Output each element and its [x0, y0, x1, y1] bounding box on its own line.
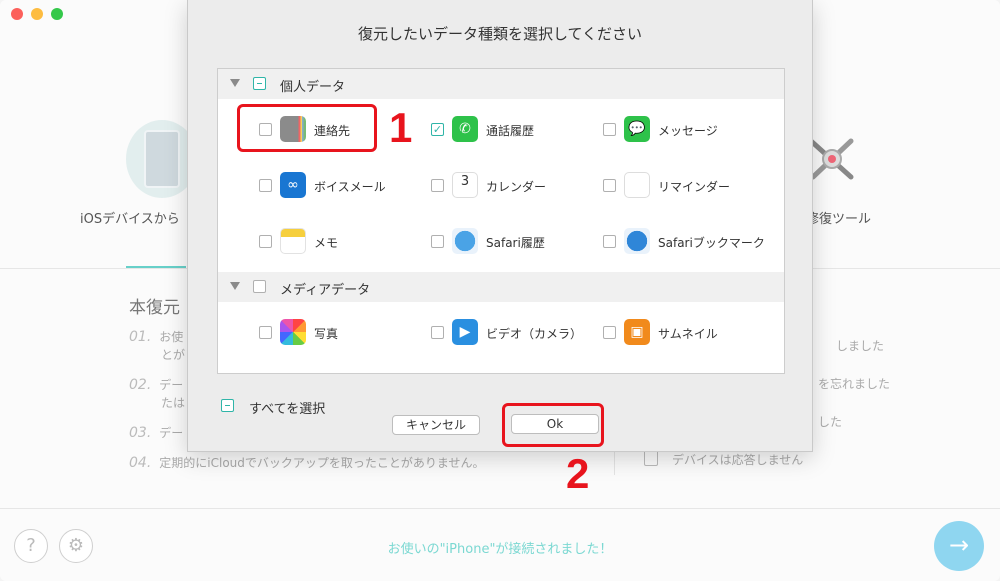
- disclosure-triangle-icon[interactable]: [230, 79, 240, 87]
- disclosure-triangle-icon[interactable]: [230, 282, 240, 290]
- group-title: メディアデータ: [280, 283, 371, 298]
- group-header-media[interactable]: メディアデータ: [218, 272, 784, 302]
- checkbox[interactable]: [603, 179, 616, 192]
- right-list-item: した: [818, 415, 843, 429]
- next-button[interactable]: →: [934, 521, 984, 571]
- ios-device-recovery-label[interactable]: iOSデバイスから: [80, 208, 180, 227]
- video-icon: ▶: [452, 319, 478, 345]
- highlight-ok-button: [502, 403, 604, 447]
- photos-icon: [280, 319, 306, 345]
- item-label: サムネイル: [658, 327, 718, 341]
- checkbox[interactable]: [259, 179, 272, 192]
- list-item-continued: とが: [161, 348, 186, 362]
- connection-status: お使いの"iPhone"が接続されました！: [387, 542, 613, 557]
- checkbox[interactable]: [603, 326, 616, 339]
- window-minimize-button[interactable]: [31, 8, 43, 20]
- voicemail-icon: ∞: [280, 172, 306, 198]
- thumbnail-icon: ▣: [624, 319, 650, 345]
- step-number-2: 2: [566, 450, 590, 497]
- cancel-button[interactable]: キャンセル: [392, 415, 480, 435]
- item-label: メモ: [314, 236, 339, 250]
- checkbox[interactable]: [431, 326, 444, 339]
- dialog-title: 復元したいデータ種類を選択してください: [357, 25, 643, 43]
- item-label: Safariブックマーク: [658, 236, 765, 250]
- checkbox[interactable]: [603, 123, 616, 136]
- item-label: リマインダー: [658, 180, 731, 194]
- window-close-button[interactable]: [11, 8, 23, 20]
- reminders-icon: [624, 172, 650, 198]
- item-label: 通話履歴: [486, 124, 535, 138]
- calendar-icon: 3: [452, 172, 478, 198]
- item-label: ボイスメール: [314, 180, 386, 194]
- select-all-checkbox[interactable]: [221, 399, 234, 412]
- group-checkbox-media[interactable]: [253, 280, 266, 293]
- checkbox[interactable]: [431, 235, 444, 248]
- data-type-dialog: 復元したいデータ種類を選択してください 個人データ 連絡先 ✓ ✆ 通話履歴 💬…: [187, 0, 813, 452]
- checkbox[interactable]: ✓: [431, 123, 444, 136]
- step-number-1: 1: [389, 104, 413, 151]
- item-label: カレンダー: [486, 180, 547, 194]
- item-label: 写真: [314, 327, 339, 341]
- checkbox[interactable]: [259, 235, 272, 248]
- select-all-label: すべてを選択: [249, 402, 326, 417]
- list-item: 04. 定期的にiCloudでバックアップを取ったことがありません。: [129, 455, 485, 471]
- repair-tools-label[interactable]: 修復ツール: [806, 208, 871, 227]
- group-header-personal[interactable]: 個人データ: [218, 69, 784, 99]
- list-item: 02. デー: [129, 377, 184, 393]
- checkbox[interactable]: [259, 326, 272, 339]
- list-item: 03. デー: [129, 425, 184, 441]
- group-title: 個人データ: [280, 80, 346, 95]
- checkbox[interactable]: [603, 235, 616, 248]
- list-item: 01. お使: [129, 329, 184, 345]
- highlight-contacts: [237, 104, 377, 152]
- safari-bookmark-icon: [624, 228, 650, 254]
- right-list-item: しました: [836, 339, 885, 353]
- item-label: ビデオ（カメラ）: [486, 327, 583, 341]
- messages-icon: 💬: [624, 116, 650, 142]
- window-maximize-button[interactable]: [51, 8, 63, 20]
- right-list-item: デバイスは応答しません: [672, 453, 804, 467]
- safari-icon: [452, 228, 478, 254]
- group-checkbox-personal[interactable]: [253, 77, 266, 90]
- repair-tools-icon[interactable]: [805, 135, 859, 183]
- section-heading: 本復元: [129, 298, 180, 318]
- list-item-continued: たは: [161, 396, 186, 410]
- right-list-item: を忘れました: [818, 377, 891, 391]
- notes-icon: [280, 228, 306, 254]
- item-label: メッセージ: [658, 124, 718, 138]
- item-label: Safari履歴: [486, 236, 545, 250]
- phone-icon: ✆: [452, 116, 478, 142]
- arrow-right-icon: →: [948, 531, 970, 559]
- checkbox[interactable]: [431, 179, 444, 192]
- footer-divider: [0, 508, 1000, 509]
